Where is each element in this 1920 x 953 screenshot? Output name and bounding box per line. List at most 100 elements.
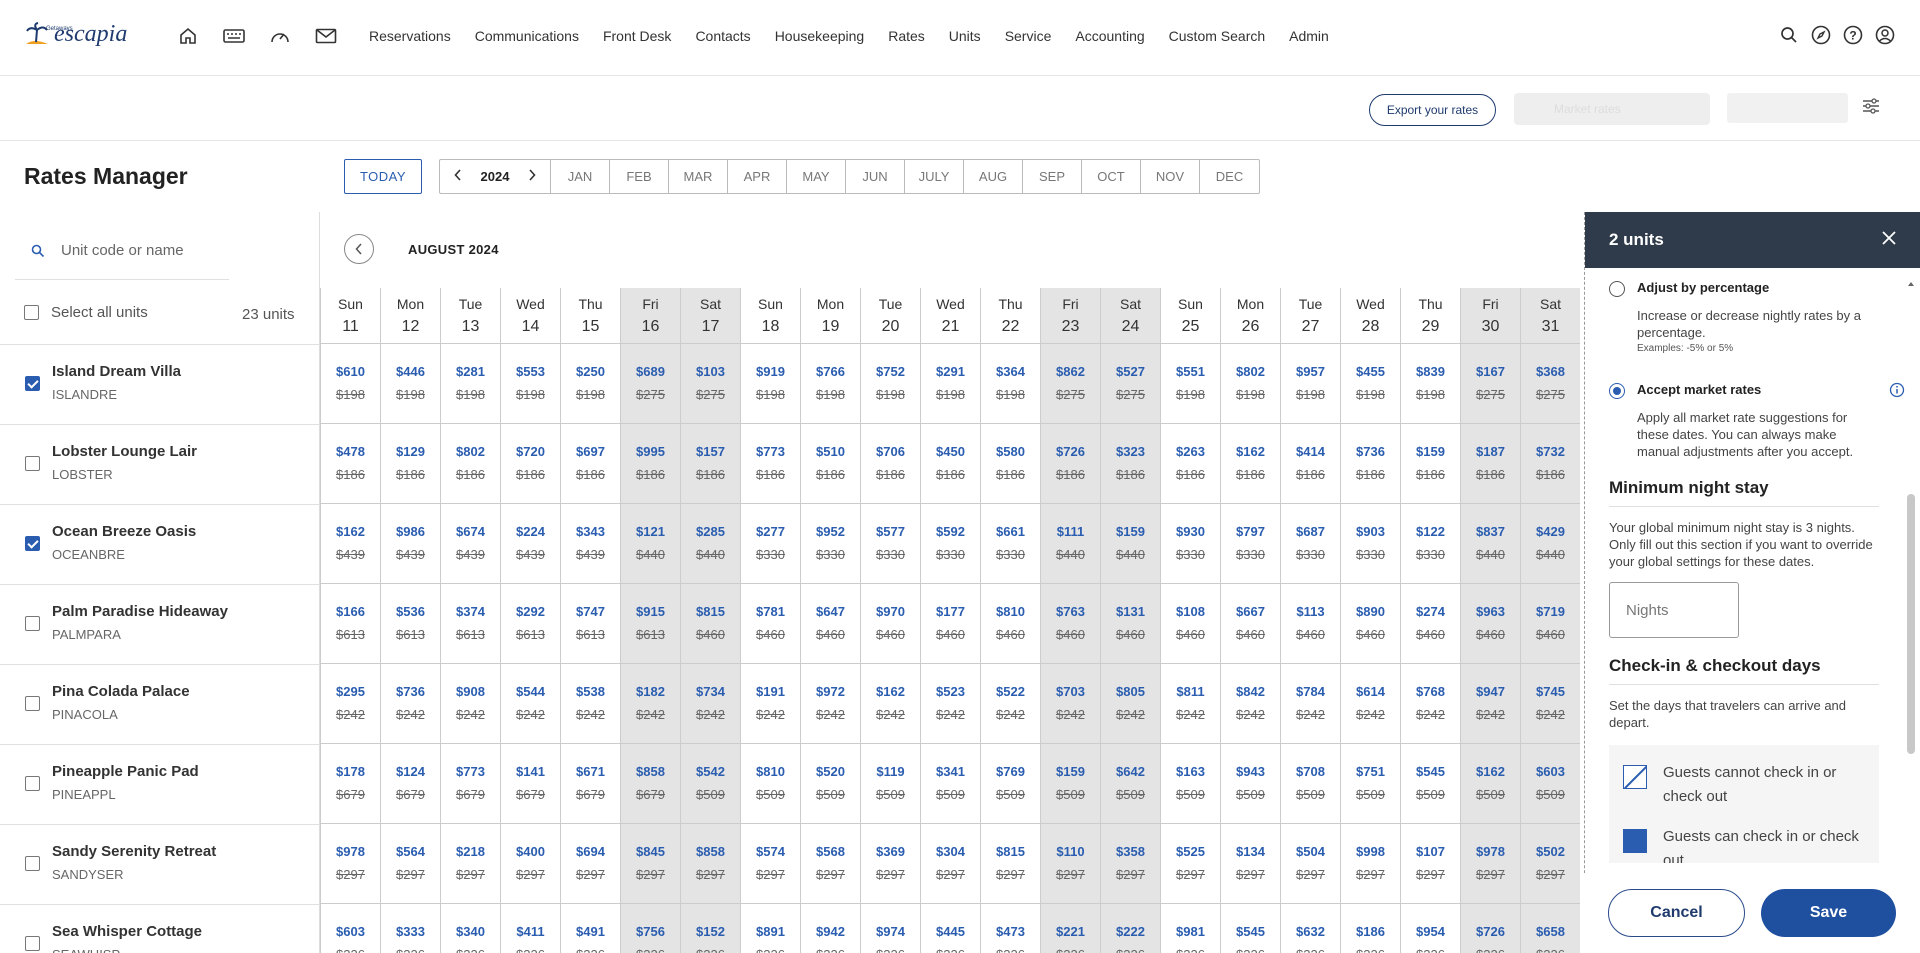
rate-cell[interactable]: $978 $297 bbox=[1461, 824, 1520, 904]
rate-cell[interactable]: $642 $509 bbox=[1101, 744, 1160, 824]
rate-cell[interactable]: $802 $186 bbox=[441, 424, 500, 504]
today-button[interactable]: TODAY bbox=[344, 159, 422, 194]
rate-cell[interactable]: $159 $186 bbox=[1401, 424, 1460, 504]
rate-cell[interactable]: $568 $297 bbox=[801, 824, 860, 904]
placeholder-button[interactable] bbox=[1727, 93, 1848, 123]
rate-cell[interactable]: $122 $330 bbox=[1401, 504, 1460, 584]
rate-cell[interactable]: $446 $198 bbox=[381, 344, 440, 424]
rate-cell[interactable]: $218 $297 bbox=[441, 824, 500, 904]
day-header[interactable]: Sat 31 bbox=[1521, 288, 1580, 344]
rate-cell[interactable]: $108 $460 bbox=[1161, 584, 1220, 664]
rate-cell[interactable]: $815 $297 bbox=[981, 824, 1040, 904]
user-account-icon[interactable] bbox=[1874, 24, 1896, 46]
rate-cell[interactable]: $491 $226 bbox=[561, 904, 620, 953]
rate-cell[interactable]: $545 $509 bbox=[1401, 744, 1460, 824]
month-oct[interactable]: OCT bbox=[1082, 160, 1141, 193]
escapia-logo[interactable]: escapia bbox=[24, 22, 127, 48]
month-jun[interactable]: JUN bbox=[846, 160, 905, 193]
rate-cell[interactable]: $166 $613 bbox=[321, 584, 380, 664]
rate-cell[interactable]: $995 $186 bbox=[621, 424, 680, 504]
month-may[interactable]: MAY bbox=[787, 160, 846, 193]
rate-cell[interactable]: $694 $297 bbox=[561, 824, 620, 904]
rate-cell[interactable]: $954 $226 bbox=[1401, 904, 1460, 953]
rate-cell[interactable]: $111 $440 bbox=[1041, 504, 1100, 584]
rate-cell[interactable]: $574 $297 bbox=[741, 824, 800, 904]
rate-cell[interactable]: $858 $297 bbox=[681, 824, 740, 904]
rate-cell[interactable]: $178 $679 bbox=[321, 744, 380, 824]
save-button[interactable]: Save bbox=[1761, 889, 1896, 937]
rate-cell[interactable]: $152 $226 bbox=[681, 904, 740, 953]
rate-cell[interactable]: $687 $330 bbox=[1281, 504, 1340, 584]
rate-cell[interactable]: $919 $198 bbox=[741, 344, 800, 424]
nav-units[interactable]: Units bbox=[949, 28, 981, 44]
rate-cell[interactable]: $400 $297 bbox=[501, 824, 560, 904]
rate-cell[interactable]: $942 $226 bbox=[801, 904, 860, 953]
rate-cell[interactable]: $263 $186 bbox=[1161, 424, 1220, 504]
unit-checkbox[interactable] bbox=[25, 456, 40, 471]
unit-row[interactable]: Sea Whisper Cottage SEAWHISP bbox=[0, 904, 320, 953]
next-year-chevron-icon[interactable] bbox=[528, 169, 536, 184]
unit-name[interactable]: Sea Whisper Cottage bbox=[52, 923, 202, 940]
day-header[interactable]: Fri 23 bbox=[1041, 288, 1100, 344]
close-icon[interactable] bbox=[1882, 230, 1896, 250]
unit-search-input[interactable]: Unit code or name bbox=[15, 222, 229, 280]
rate-cell[interactable]: $614 $242 bbox=[1341, 664, 1400, 744]
day-header[interactable]: Tue 27 bbox=[1281, 288, 1340, 344]
rate-cell[interactable]: $364 $198 bbox=[981, 344, 1040, 424]
day-header[interactable]: Fri 30 bbox=[1461, 288, 1520, 344]
rate-cell[interactable]: $978 $297 bbox=[321, 824, 380, 904]
unit-name[interactable]: Palm Paradise Hideaway bbox=[52, 603, 228, 620]
rate-cell[interactable]: $845 $297 bbox=[621, 824, 680, 904]
rate-cell[interactable]: $182 $242 bbox=[621, 664, 680, 744]
day-header[interactable]: Thu 29 bbox=[1401, 288, 1460, 344]
rate-cell[interactable]: $667 $460 bbox=[1221, 584, 1280, 664]
day-header[interactable]: Thu 15 bbox=[561, 288, 620, 344]
rate-cell[interactable]: $974 $226 bbox=[861, 904, 920, 953]
nav-front-desk[interactable]: Front Desk bbox=[603, 28, 671, 44]
nights-input[interactable]: Nights bbox=[1609, 582, 1739, 638]
rate-cell[interactable]: $333 $226 bbox=[381, 904, 440, 953]
rate-cell[interactable]: $671 $679 bbox=[561, 744, 620, 824]
nav-service[interactable]: Service bbox=[1005, 28, 1052, 44]
rate-cell[interactable]: $815 $460 bbox=[681, 584, 740, 664]
rate-cell[interactable]: $658 $226 bbox=[1521, 904, 1580, 953]
rate-cell[interactable]: $414 $186 bbox=[1281, 424, 1340, 504]
unit-checkbox[interactable] bbox=[25, 936, 40, 951]
dashboard-gauge-icon[interactable] bbox=[268, 24, 292, 48]
rate-cell[interactable]: $358 $297 bbox=[1101, 824, 1160, 904]
rate-cell[interactable]: $177 $460 bbox=[921, 584, 980, 664]
rate-cell[interactable]: $610 $198 bbox=[321, 344, 380, 424]
rate-cell[interactable]: $131 $460 bbox=[1101, 584, 1160, 664]
rate-cell[interactable]: $162 $509 bbox=[1461, 744, 1520, 824]
accept-market-rates-radio[interactable] bbox=[1609, 383, 1625, 399]
rate-cell[interactable]: $445 $226 bbox=[921, 904, 980, 953]
rate-cell[interactable]: $708 $509 bbox=[1281, 744, 1340, 824]
rate-cell[interactable]: $107 $297 bbox=[1401, 824, 1460, 904]
unit-checkbox[interactable] bbox=[25, 536, 40, 551]
nav-reservations[interactable]: Reservations bbox=[369, 28, 451, 44]
rate-cell[interactable]: $797 $330 bbox=[1221, 504, 1280, 584]
day-header[interactable]: Mon 12 bbox=[381, 288, 440, 344]
rate-cell[interactable]: $603 $226 bbox=[321, 904, 380, 953]
rate-cell[interactable]: $957 $198 bbox=[1281, 344, 1340, 424]
rate-cell[interactable]: $510 $186 bbox=[801, 424, 860, 504]
rate-cell[interactable]: $839 $198 bbox=[1401, 344, 1460, 424]
rate-cell[interactable]: $368 $275 bbox=[1521, 344, 1580, 424]
rate-cell[interactable]: $726 $226 bbox=[1461, 904, 1520, 953]
rate-cell[interactable]: $538 $242 bbox=[561, 664, 620, 744]
rate-cell[interactable]: $502 $297 bbox=[1521, 824, 1580, 904]
month-jan[interactable]: JAN bbox=[551, 160, 610, 193]
nav-housekeeping[interactable]: Housekeeping bbox=[775, 28, 865, 44]
nav-contacts[interactable]: Contacts bbox=[695, 28, 750, 44]
rate-cell[interactable]: $159 $440 bbox=[1101, 504, 1160, 584]
rate-cell[interactable]: $450 $186 bbox=[921, 424, 980, 504]
rate-cell[interactable]: $295 $242 bbox=[321, 664, 380, 744]
day-header[interactable]: Sun 18 bbox=[741, 288, 800, 344]
rate-cell[interactable]: $224 $439 bbox=[501, 504, 560, 584]
day-header[interactable]: Tue 13 bbox=[441, 288, 500, 344]
rate-cell[interactable]: $908 $242 bbox=[441, 664, 500, 744]
day-header[interactable]: Wed 21 bbox=[921, 288, 980, 344]
month-dec[interactable]: DEC bbox=[1200, 160, 1259, 193]
rate-cell[interactable]: $340 $226 bbox=[441, 904, 500, 953]
rate-cell[interactable]: $411 $226 bbox=[501, 904, 560, 953]
